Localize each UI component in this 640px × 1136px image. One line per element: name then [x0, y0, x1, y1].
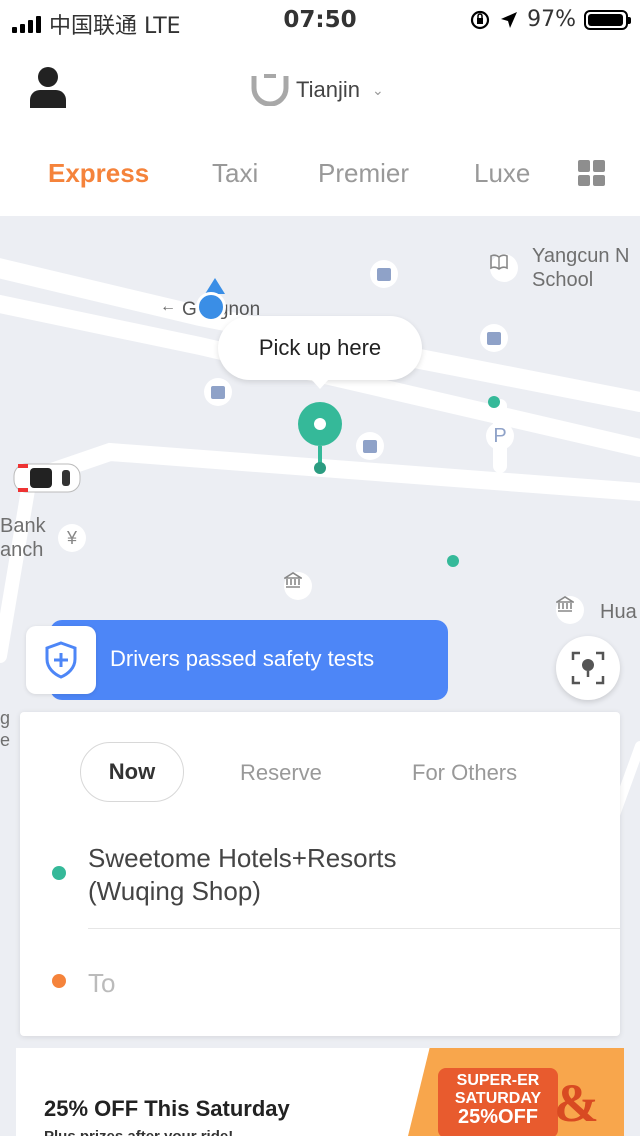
tab-taxi[interactable]: Taxi	[212, 158, 258, 189]
bus-stop-icon	[370, 260, 398, 288]
locate-pin-icon[interactable]	[556, 636, 620, 700]
city-label: Tianjin	[296, 77, 360, 102]
promo-banner[interactable]: 25% OFF This Saturday Plus prizes after …	[16, 1048, 624, 1136]
person-icon[interactable]	[28, 66, 68, 108]
landmark-icon	[556, 596, 584, 624]
pickup-dot	[52, 866, 66, 880]
map-label-bank-2: anch	[0, 539, 44, 561]
destination-dot	[52, 974, 66, 988]
badge-line-3: 25%OFF	[457, 1106, 539, 1128]
car-icon	[13, 463, 81, 493]
map-label-edge-1: g	[0, 708, 11, 728]
badge-line-1: SUPER-ER	[456, 1072, 540, 1089]
header: Tianjin ⌄	[0, 40, 640, 140]
map-label-bank-1: Bank	[0, 515, 46, 537]
bus-stop-icon	[480, 324, 508, 352]
parking-icon: P	[486, 422, 514, 450]
grid-icon[interactable]	[578, 160, 605, 186]
promo-badge: SUPER-ER SATURDAY 25%OFF	[438, 1068, 558, 1136]
pickup-bubble[interactable]: Pick up here	[218, 316, 422, 389]
bus-stop-icon	[356, 432, 384, 460]
rotation-lock-icon	[470, 10, 490, 29]
battery-percent: 97%	[527, 7, 576, 32]
status-bar: 中国联通 LTE 07:50 97%	[0, 0, 640, 40]
safety-banner[interactable]: Drivers passed safety tests	[50, 620, 448, 700]
location-arrow-icon	[501, 11, 518, 28]
school-name: Yangcun N School	[532, 245, 630, 291]
pickup-pin-dot	[314, 462, 326, 474]
tab-express[interactable]: Express	[48, 158, 149, 189]
promo-subtitle: Plus prizes after your ride!	[44, 1128, 233, 1136]
chevron-down-icon: ⌄	[372, 81, 384, 98]
book-icon	[490, 254, 518, 282]
booking-panel: Now Reserve For Others Sweetome Hotels+R…	[20, 712, 620, 1036]
pickup-pin-icon[interactable]	[298, 402, 342, 446]
mode-now[interactable]: Now	[80, 742, 184, 802]
mode-reserve[interactable]: Reserve	[240, 760, 322, 786]
tab-premier[interactable]: Premier	[318, 158, 409, 189]
map-label-school: Yangcun N School	[532, 244, 629, 292]
battery-fill	[588, 13, 623, 26]
bank-icon: ¥	[58, 524, 86, 552]
tab-luxe[interactable]: Luxe	[474, 158, 530, 189]
service-tabs: Express Taxi Premier Luxe	[0, 148, 640, 216]
divider	[88, 928, 620, 929]
map-label-hua: Hua	[600, 601, 637, 623]
status-right: 97%	[469, 7, 631, 32]
promo-title: 25% OFF This Saturday	[44, 1096, 290, 1121]
bus-stop-icon	[204, 378, 232, 406]
parking-label: P	[493, 424, 507, 447]
promo-ampersand: &	[554, 1073, 599, 1133]
landmark-icon	[284, 572, 312, 600]
shield-plus-icon	[26, 626, 96, 694]
left-arrow-icon: ←	[160, 298, 176, 315]
city-selector[interactable]: Tianjin ⌄	[250, 74, 384, 106]
promo-artwork: SUPER-ER SATURDAY 25%OFF &	[408, 1048, 624, 1136]
safety-text: Drivers passed safety tests	[110, 646, 375, 671]
map-label-edge-2: e	[0, 730, 11, 750]
current-location-icon	[196, 292, 226, 322]
battery-icon	[584, 9, 631, 30]
yuan-label: ¥	[66, 527, 77, 548]
destination-input[interactable]: To	[88, 968, 115, 999]
nearby-point	[447, 555, 459, 567]
pickup-label: Pick up here	[258, 335, 382, 360]
pickup-address[interactable]: Sweetome Hotels+Resorts (Wuqing Shop)	[88, 842, 588, 908]
nearby-point	[488, 396, 500, 408]
mode-for-others[interactable]: For Others	[412, 760, 517, 786]
brand-logo-icon	[251, 74, 289, 106]
